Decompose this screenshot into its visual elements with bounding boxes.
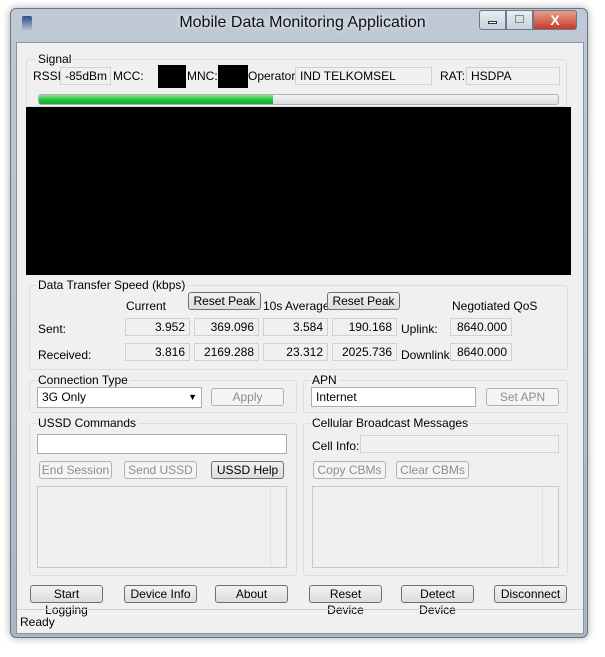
apn-input[interactable]: Internet [311, 387, 476, 407]
sent-average-peak: 190.168 [332, 318, 397, 336]
chevron-down-icon: ▼ [188, 392, 197, 402]
cbm-group-label: Cellular Broadcast Messages [310, 416, 471, 430]
apply-button[interactable]: Apply [211, 388, 284, 406]
mcc-redacted [158, 65, 186, 88]
ussd-help-button[interactable]: USSD Help [211, 461, 284, 479]
status-bar: Ready [17, 609, 583, 633]
signal-strength-bar [38, 94, 559, 105]
uplink-qos: 8640.000 [450, 318, 512, 336]
disconnect-button[interactable]: Disconnect [494, 585, 567, 603]
end-session-button[interactable]: End Session [39, 461, 112, 479]
rat-label: RAT: [440, 69, 466, 83]
operator-label: Operator: [248, 69, 299, 83]
reset-device-button[interactable]: Reset Device [309, 585, 382, 617]
cbm-list-area[interactable] [312, 486, 559, 568]
sent-label: Sent: [38, 322, 67, 336]
apn-group-label: APN [310, 373, 339, 387]
status-text: Ready [20, 615, 55, 629]
cell-info-field [360, 435, 559, 453]
speed-group-label: Data Transfer Speed (kbps) [36, 278, 188, 292]
sent-average: 3.584 [263, 318, 328, 336]
ussd-input[interactable] [37, 434, 287, 454]
mcc-label: MCC: [113, 69, 144, 83]
mnc-label: MNC: [187, 69, 218, 83]
downlink-qos: 8640.000 [450, 343, 512, 361]
ussd-response-area[interactable] [37, 486, 287, 568]
cell-info-label: Cell Info: [312, 439, 360, 453]
received-current: 3.816 [125, 343, 190, 361]
send-ussd-button[interactable]: Send USSD [124, 461, 197, 479]
sent-current-peak: 369.096 [194, 318, 259, 336]
start-logging-button[interactable]: Start Logging [30, 585, 103, 617]
received-label: Received: [38, 348, 92, 362]
maximize-button[interactable] [506, 10, 533, 30]
reset-peak-average-button[interactable]: Reset Peak [327, 292, 400, 310]
received-average-peak: 2025.736 [332, 343, 397, 361]
detect-device-button[interactable]: Detect Device [401, 585, 474, 617]
scrollbar[interactable] [542, 487, 558, 567]
qos-label: Negotiated QoS [452, 299, 538, 313]
downlink-label: Downlink: [401, 348, 454, 362]
mnc-redacted [218, 65, 248, 88]
signal-group-label: Signal [36, 52, 74, 66]
ussd-group-label: USSD Commands [36, 416, 139, 430]
current-label: Current [126, 299, 167, 313]
redacted-panel [26, 107, 571, 275]
received-current-peak: 2169.288 [194, 343, 259, 361]
received-average: 23.312 [263, 343, 328, 361]
operator-field: IND TELKOMSEL [295, 67, 432, 85]
connection-type-value: 3G Only [42, 390, 87, 404]
device-info-button[interactable]: Device Info [124, 585, 197, 603]
signal-strength-fill [39, 95, 273, 104]
copy-cbms-button[interactable]: Copy CBMs [313, 461, 386, 479]
clear-cbms-button[interactable]: Clear CBMs [396, 461, 469, 479]
rssi-field: -85dBm [60, 67, 111, 85]
sent-current: 3.952 [125, 318, 190, 336]
minimize-button[interactable] [479, 10, 506, 30]
connection-group-label: Connection Type [36, 373, 130, 387]
uplink-label: Uplink: [401, 322, 438, 336]
rat-field: HSDPA [466, 67, 560, 85]
average-label: 10s Average [263, 299, 330, 313]
reset-peak-current-button[interactable]: Reset Peak [188, 292, 261, 310]
scrollbar[interactable] [270, 487, 286, 567]
close-button[interactable]: X [533, 10, 577, 30]
connection-type-select[interactable]: 3G Only ▼ [37, 387, 202, 408]
about-button[interactable]: About [215, 585, 288, 603]
set-apn-button[interactable]: Set APN [486, 388, 559, 406]
